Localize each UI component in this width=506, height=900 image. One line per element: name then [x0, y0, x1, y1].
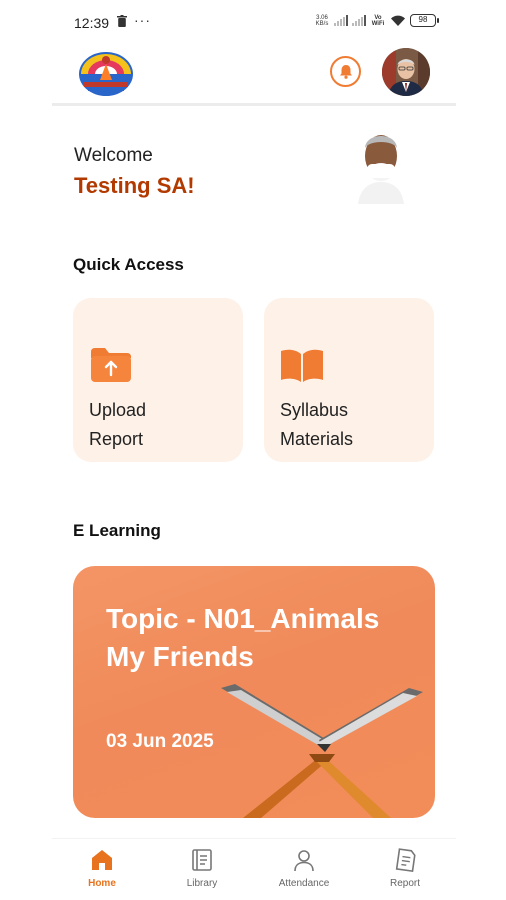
folder-upload-icon	[91, 348, 131, 382]
status-time: 12:39	[74, 15, 110, 31]
topic-date: 03 Jun 2025	[106, 731, 214, 752]
e-learning-card[interactable]: Topic - N01_Animals My Friends 03 Jun 20…	[73, 566, 435, 818]
report-icon	[395, 848, 416, 873]
nav-report[interactable]: Report	[365, 847, 445, 889]
nav-home-label: Home	[88, 878, 116, 889]
nav-library[interactable]: Library	[162, 847, 242, 889]
avatar-image	[382, 48, 430, 96]
wifi-icon	[391, 15, 405, 26]
syllabus-materials-card[interactable]: Syllabus Materials	[264, 298, 434, 462]
volte-wifi-label: Vo WiFi	[370, 15, 386, 27]
upload-report-card[interactable]: Upload Report	[73, 298, 243, 462]
bell-icon	[339, 65, 352, 79]
profile-avatar[interactable]	[382, 48, 430, 96]
person-icon	[294, 850, 314, 872]
school-logo[interactable]	[78, 50, 134, 96]
net-speed-unit: KB/s	[315, 20, 329, 27]
bottom-navigation: Home Library Attendance Report	[52, 838, 456, 900]
syllabus-line1: Syllabus	[280, 400, 349, 420]
volte-bottom: WiFi	[371, 20, 385, 27]
signal-icon-2	[352, 15, 366, 26]
open-book-icon	[281, 349, 323, 382]
upload-report-line2: Report	[89, 429, 144, 449]
signal-icon	[334, 15, 348, 26]
nav-attendance-label: Attendance	[278, 878, 330, 889]
nav-report-label: Report	[389, 878, 420, 889]
syllabus-materials-label: Syllabus Materials	[280, 396, 353, 454]
app-header	[52, 46, 456, 106]
net-speed-value: 3.06	[316, 14, 328, 21]
notifications-button[interactable]	[330, 56, 361, 87]
more-notifications: ···	[134, 12, 151, 28]
quick-access-title: Quick Access	[73, 255, 184, 274]
syllabus-line2: Materials	[280, 429, 354, 449]
user-photo	[350, 122, 412, 204]
e-learning-title: E Learning	[73, 521, 161, 540]
welcome-label: Welcome	[74, 145, 153, 166]
network-speed: 3.06 KB/s	[314, 15, 330, 27]
topic-title: Topic - N01_Animals My Friends	[106, 600, 426, 676]
status-indicators: 3.06 KB/s Vo WiFi 98	[314, 14, 439, 27]
nav-home[interactable]: Home	[62, 847, 142, 889]
home-icon	[92, 850, 112, 870]
trash-icon	[117, 15, 127, 27]
upload-report-label: Upload Report	[89, 396, 146, 454]
book-stand-illustration	[221, 684, 423, 818]
battery-icon: 98	[410, 14, 439, 27]
user-name: Testing SA!	[74, 173, 195, 198]
status-bar: 12:39 ··· 3.06 KB/s Vo WiFi 98	[0, 0, 506, 46]
nav-library-label: Library	[186, 878, 218, 889]
topic-line2: My Friends	[106, 641, 254, 672]
topic-line1: Topic - N01_Animals	[106, 603, 380, 634]
nav-attendance[interactable]: Attendance	[264, 847, 344, 889]
upload-report-line1: Upload	[89, 400, 147, 420]
library-icon	[192, 849, 212, 871]
